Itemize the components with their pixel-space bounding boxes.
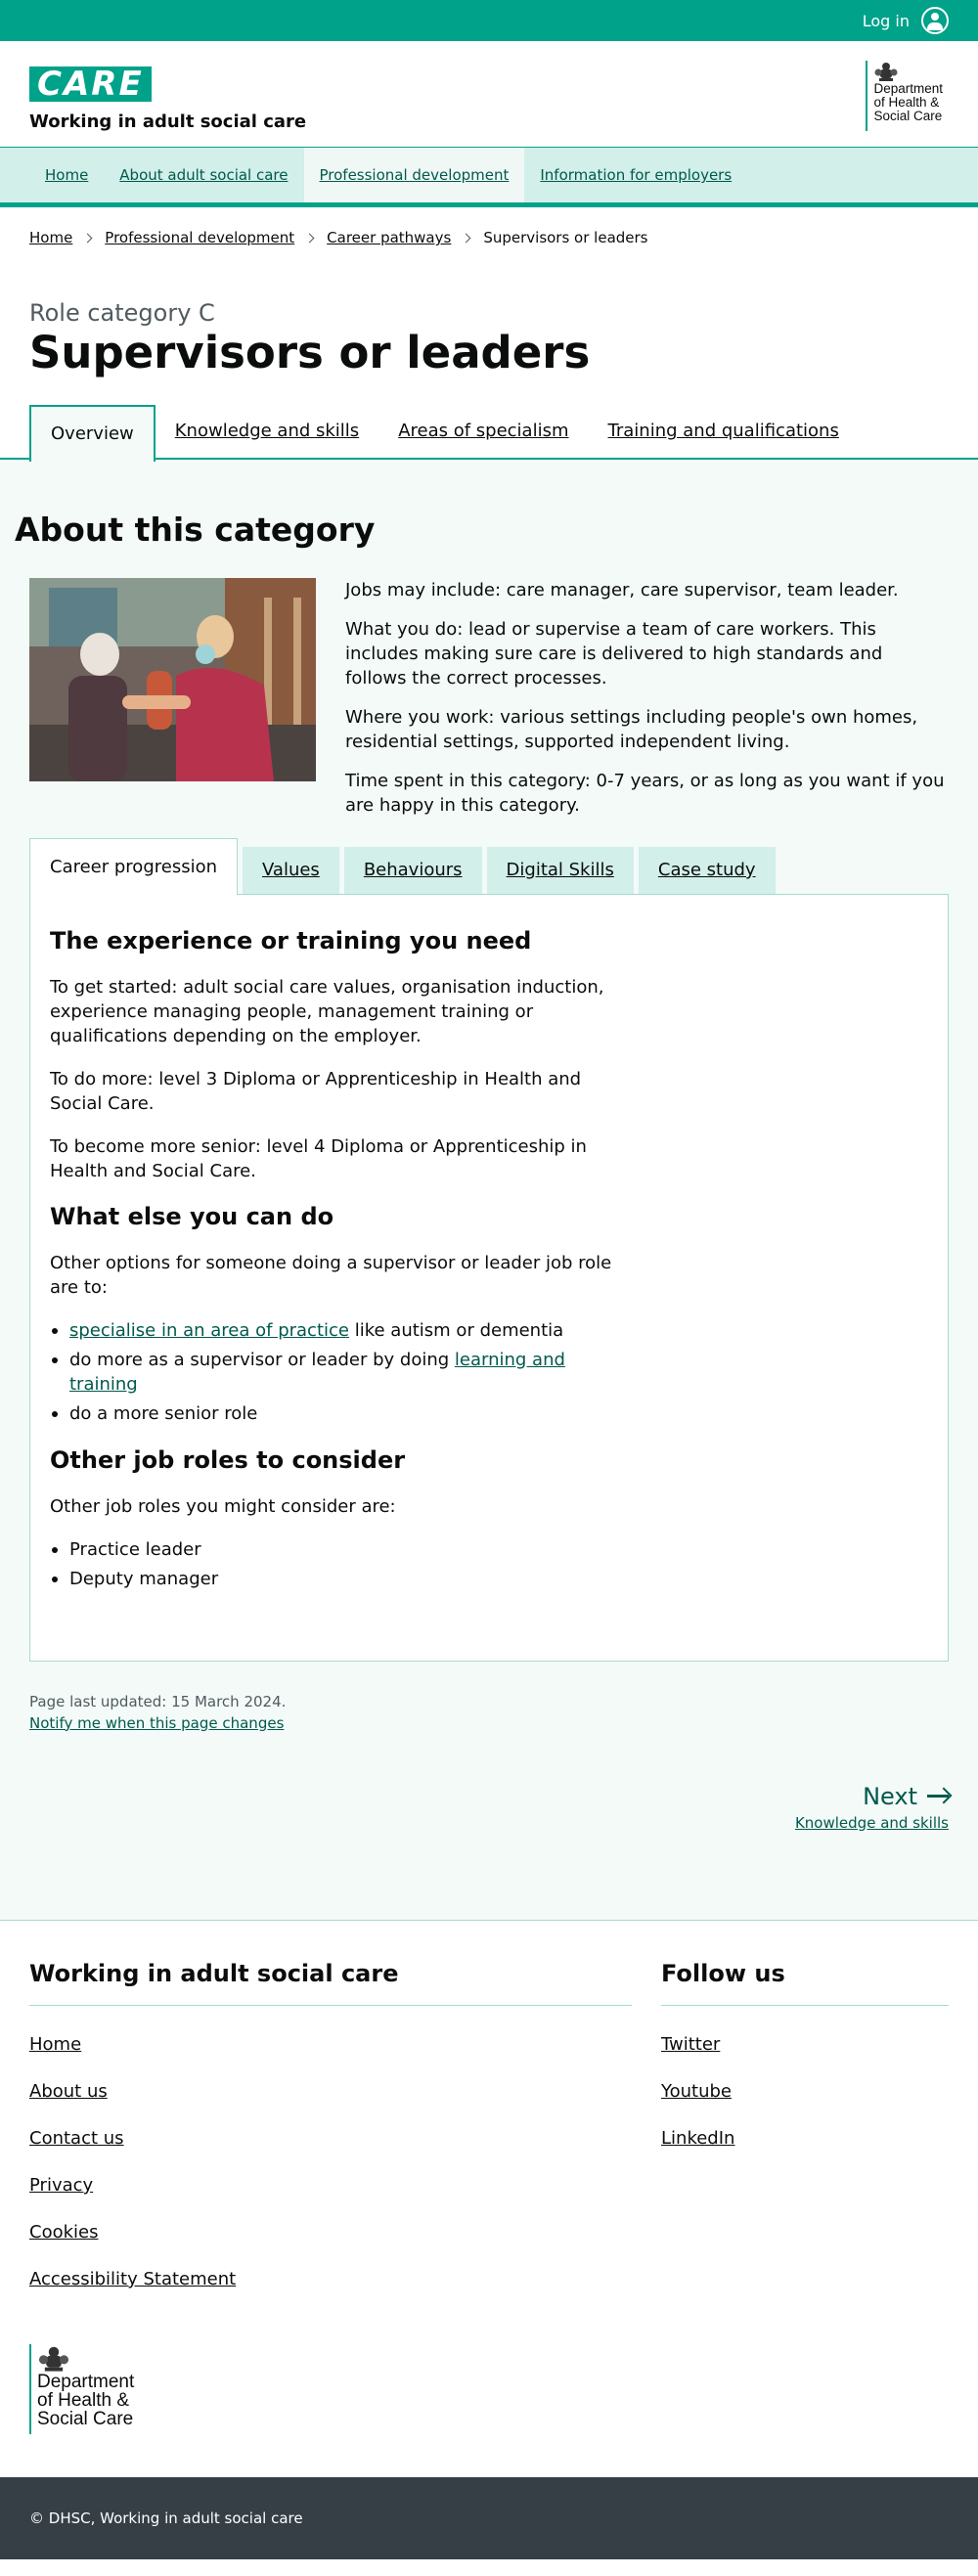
tab-areas-of-specialism[interactable]: Areas of specialism (378, 405, 588, 458)
options-list: specialise in an area of practice like a… (50, 1318, 617, 1426)
dept-line-1: Department (873, 81, 943, 96)
breadcrumb-career-pathways[interactable]: Career pathways (327, 229, 451, 246)
notify-link[interactable]: Notify me when this page changes (29, 1714, 284, 1732)
more-senior-text: To become more senior: level 4 Diploma o… (50, 1135, 587, 1181)
other-roles-text: Other job roles you might consider are: (50, 1495, 396, 1517)
footer-site-links: Home About us Contact us Privacy Cookies… (29, 2006, 632, 2303)
tab-knowledge-and-skills[interactable]: Knowledge and skills (156, 405, 378, 458)
footer-social-links: Twitter Youtube LinkedIn (661, 2006, 949, 2162)
about-jobs: Jobs may include: care manager, care sup… (345, 579, 899, 600)
footer-dept-line-1: Department (37, 2371, 135, 2392)
footer-dept-line-2: of Health & (37, 2389, 129, 2411)
footer-link-privacy[interactable]: Privacy (29, 2175, 93, 2196)
footer-link-cookies[interactable]: Cookies (29, 2222, 98, 2243)
footer-dhsc-logo[interactable]: Department of Health & Social Care (29, 2343, 135, 2434)
tab-behaviours[interactable]: Behaviours (343, 846, 482, 894)
breadcrumb-current: Supervisors or leaders (483, 229, 648, 246)
breadcrumb: Home Professional development Career pat… (0, 207, 978, 248)
list-item: do a more senior role (50, 1401, 617, 1426)
care-logo[interactable]: CARE (29, 67, 152, 102)
breadcrumb-home[interactable]: Home (29, 229, 72, 246)
brand: CARE Working in adult social care (29, 67, 306, 132)
copyright-bar: © DHSC, Working in adult social care (0, 2476, 978, 2559)
footer-link-twitter[interactable]: Twitter (661, 2034, 720, 2055)
breadcrumb-professional-development[interactable]: Professional development (105, 229, 294, 246)
top-bar: Log in (0, 0, 978, 41)
experience-heading: The experience or training you need (50, 926, 532, 955)
next-target-link[interactable]: Knowledge and skills (795, 1814, 949, 1832)
do-more-leader-text: do more as a supervisor or leader by doi… (69, 1349, 455, 1370)
do-more-text: To do more: level 3 Diploma or Apprentic… (50, 1068, 582, 1114)
footer-link-contact-us[interactable]: Contact us (29, 2128, 124, 2149)
tab-case-study[interactable]: Case study (638, 846, 776, 894)
next-page-nav: Next Knowledge and skills (0, 1734, 978, 1920)
main-content: About this category Jobs may include: ca… (0, 459, 978, 1920)
about-what-you-do: What you do: lead or supervise a team of… (345, 618, 883, 688)
what-else-heading: What else you can do (50, 1202, 334, 1230)
login-label: Log in (862, 11, 910, 30)
list-item: do more as a supervisor or leader by doi… (50, 1348, 617, 1397)
chevron-right-icon (304, 233, 315, 243)
list-item: Practice leader (50, 1537, 617, 1562)
footer-link-accessibility[interactable]: Accessibility Statement (29, 2269, 236, 2289)
tab-career-progression[interactable]: Career progression (29, 837, 238, 895)
get-started-text: To get started: adult social care values… (50, 976, 604, 1046)
next-link[interactable]: Next (863, 1783, 949, 1810)
site-header: CARE Working in adult social care Depart… (0, 41, 978, 147)
footer-site-title: Working in adult social care (29, 1960, 632, 2006)
nav-information-for-employers[interactable]: Information for employers (524, 148, 747, 202)
page-tabs: Overview Knowledge and skills Areas of s… (0, 404, 978, 462)
page-updated: Page last updated: 15 March 2024. Notify… (0, 1662, 978, 1734)
list-item: specialise in an area of practice like a… (50, 1318, 617, 1343)
specialise-rest: like autism or dementia (349, 1319, 564, 1341)
about-time-spent: Time spent in this category: 0-7 years, … (345, 770, 945, 816)
specialise-link[interactable]: specialise in an area of practice (69, 1320, 349, 1341)
arrow-right-icon (927, 1795, 949, 1798)
dept-line-2: of Health & (873, 95, 940, 110)
site-footer: Working in adult social care Home About … (0, 1919, 978, 2477)
footer-link-home[interactable]: Home (29, 2034, 81, 2055)
chevron-right-icon (82, 233, 93, 243)
other-options-text: Other options for someone doing a superv… (50, 1252, 612, 1298)
tab-digital-skills[interactable]: Digital Skills (486, 846, 634, 894)
dept-line-3: Social Care (873, 109, 943, 123)
chevron-right-icon (461, 233, 471, 243)
footer-link-youtube[interactable]: Youtube (661, 2081, 732, 2102)
other-roles-heading: Other job roles to consider (50, 1445, 406, 1474)
career-progression-panel: The experience or training you need To g… (29, 893, 949, 1662)
nav-professional-development[interactable]: Professional development (303, 148, 525, 202)
about-text: Jobs may include: care manager, care sup… (345, 578, 949, 832)
user-icon (921, 7, 949, 34)
inner-tabs: Career progression Values Behaviours Dig… (0, 832, 978, 895)
royal-crest-icon (874, 63, 898, 81)
carer-photo (29, 577, 316, 781)
section-title: About this category (15, 510, 376, 549)
footer-link-linkedin[interactable]: LinkedIn (661, 2128, 734, 2149)
tab-training-and-qualifications[interactable]: Training and qualifications (589, 405, 859, 458)
list-item: Deputy manager (50, 1567, 617, 1591)
page-title: Supervisors or leaders (29, 327, 591, 378)
footer-follow-column: Follow us Twitter Youtube LinkedIn (661, 1960, 949, 2303)
dhsc-logo[interactable]: Department of Health & Social Care (866, 61, 943, 131)
nav-about-adult-social-care[interactable]: About adult social care (104, 148, 303, 202)
footer-site-column: Working in adult social care Home About … (29, 1960, 632, 2303)
service-name[interactable]: Working in adult social care (29, 111, 306, 132)
next-label: Next (863, 1782, 917, 1810)
footer-link-about-us[interactable]: About us (29, 2081, 108, 2102)
copyright-text: © DHSC, Working in adult social care (29, 2509, 303, 2527)
about-where-you-work: Where you work: various settings includi… (345, 706, 918, 752)
roles-list: Practice leader Deputy manager (50, 1537, 617, 1591)
main-nav: Home About adult social care Professiona… (0, 147, 978, 207)
about-section: Jobs may include: care manager, care sup… (0, 549, 978, 832)
footer-dept-line-3: Social Care (37, 2408, 134, 2429)
royal-crest-icon (38, 2346, 69, 2372)
login-link[interactable]: Log in (863, 7, 949, 34)
footer-follow-title: Follow us (661, 1960, 949, 2006)
last-updated-text: Page last updated: 15 March 2024. (29, 1692, 287, 1710)
page-caption: Role category C (29, 299, 215, 327)
tab-overview[interactable]: Overview (29, 404, 156, 462)
nav-home[interactable]: Home (29, 148, 104, 202)
tab-values[interactable]: Values (243, 846, 339, 894)
